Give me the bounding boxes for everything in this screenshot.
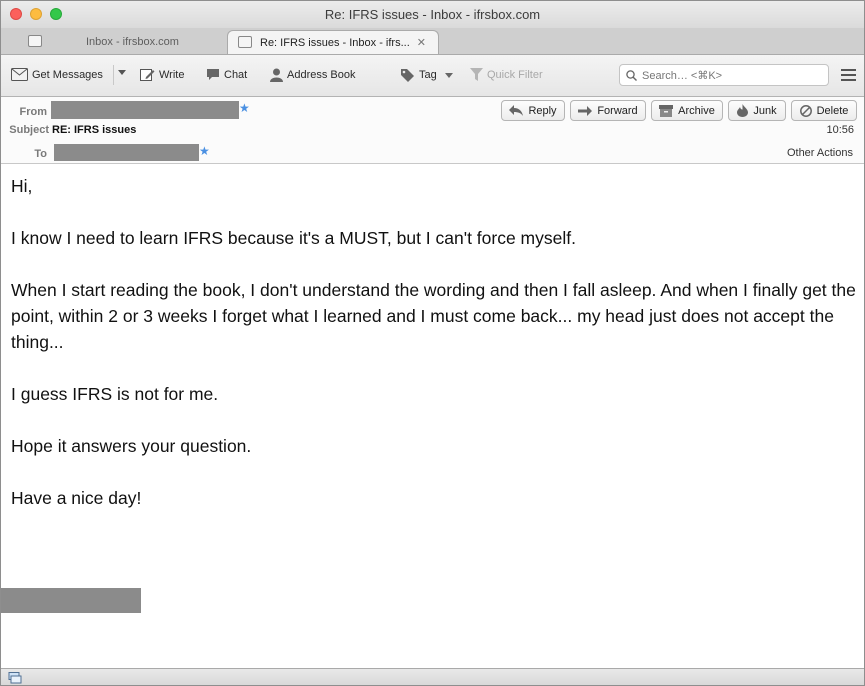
address-book-label: Address Book [287,69,356,81]
message-time: 10:56 [826,124,854,136]
to-redacted [54,144,199,161]
junk-button[interactable]: Junk [728,100,786,121]
from-label: From [19,106,48,118]
delete-icon [799,104,812,117]
archive-button[interactable]: Archive [651,100,723,121]
tag-label: Tag [419,69,437,81]
quick-filter-label: Quick Filter [487,68,543,81]
reply-button[interactable]: Reply [501,100,565,121]
write-button[interactable]: Write [140,68,184,82]
mail-window: Re: IFRS issues - Inbox - ifrsbox.com In… [0,0,865,686]
hamburger-menu-icon [841,69,856,71]
delete-button[interactable]: Delete [791,100,857,121]
app-menu-button[interactable] [841,69,856,84]
get-messages-label: Get Messages [32,68,103,81]
chat-button[interactable]: Chat [206,68,247,81]
chevron-down-icon [118,70,126,75]
junk-flame-icon [737,104,749,117]
search-icon [626,70,637,81]
status-bar [1,668,864,685]
tab-message-label: Re: IFRS issues - Inbox - ifrs... [260,37,410,49]
get-messages-button[interactable]: Get Messages [11,68,103,81]
chat-label: Chat [224,68,248,81]
quick-filter-button[interactable]: Quick Filter [470,68,543,81]
star-icon[interactable]: ★ [239,101,250,115]
body-paragraph: Hope it answers your question. [11,436,252,456]
junk-label: Junk [753,104,777,117]
body-paragraph: When I start reading the book, I don't u… [11,280,856,352]
search-field[interactable] [619,64,829,86]
body-paragraph: I guess IFRS is not for me. [11,384,219,404]
reply-label: Reply [528,104,557,117]
message-body: Hi, I know I need to learn IFRS because … [11,173,856,537]
forward-label: Forward [597,104,638,117]
to-label: To [34,148,47,160]
search-input[interactable] [640,67,824,85]
inbox-icon [28,35,42,47]
tag-icon [401,69,414,82]
star-icon[interactable]: ★ [199,144,210,158]
from-redacted [51,101,239,119]
body-paragraph: Hi, [11,176,33,196]
chevron-down-icon [444,72,453,78]
pencil-icon [140,69,155,81]
delete-label: Delete [816,104,849,117]
forward-button[interactable]: Forward [570,100,646,121]
tab-inbox-label: Inbox - ifrsbox.com [86,36,179,48]
tab-message[interactable]: Re: IFRS issues - Inbox - ifrs... ✕ [227,30,439,54]
write-label: Write [159,69,185,81]
body-paragraph: Have a nice day! [11,488,142,508]
title-bar[interactable]: Re: IFRS issues - Inbox - ifrsbox.com [1,1,864,28]
main-toolbar: Get Messages Write Chat Address Book Tag… [1,55,864,97]
window-title: Re: IFRS issues - Inbox - ifrsbox.com [324,7,541,22]
tab-inbox[interactable]: Inbox - ifrsbox.com [16,30,226,54]
contact-icon [270,68,283,82]
signature-redacted [1,588,141,613]
other-actions-menu[interactable]: Other Actions [787,147,853,159]
close-tab-icon[interactable]: ✕ [417,36,426,49]
tag-button[interactable]: Tag [400,68,453,82]
body-paragraph: I know I need to learn IFRS because it's… [11,228,576,248]
online-status-icon[interactable] [8,672,22,684]
message-header: From ★ Subject RE: IFRS issues To ★ Repl… [1,97,864,164]
envelope-download-icon [11,68,28,81]
subject-label: Subject [9,124,49,136]
message-icon [238,36,252,48]
address-book-button[interactable]: Address Book [270,68,355,82]
message-subject: RE: IFRS issues [52,124,137,136]
chat-icon [207,69,219,80]
get-messages-dropdown[interactable] [113,65,128,85]
tab-bar: Inbox - ifrsbox.com Re: IFRS issues - In… [1,28,864,55]
archive-icon [659,104,674,117]
archive-label: Archive [678,104,715,117]
filter-icon [470,68,483,81]
reply-icon [509,105,524,116]
forward-icon [578,105,593,116]
